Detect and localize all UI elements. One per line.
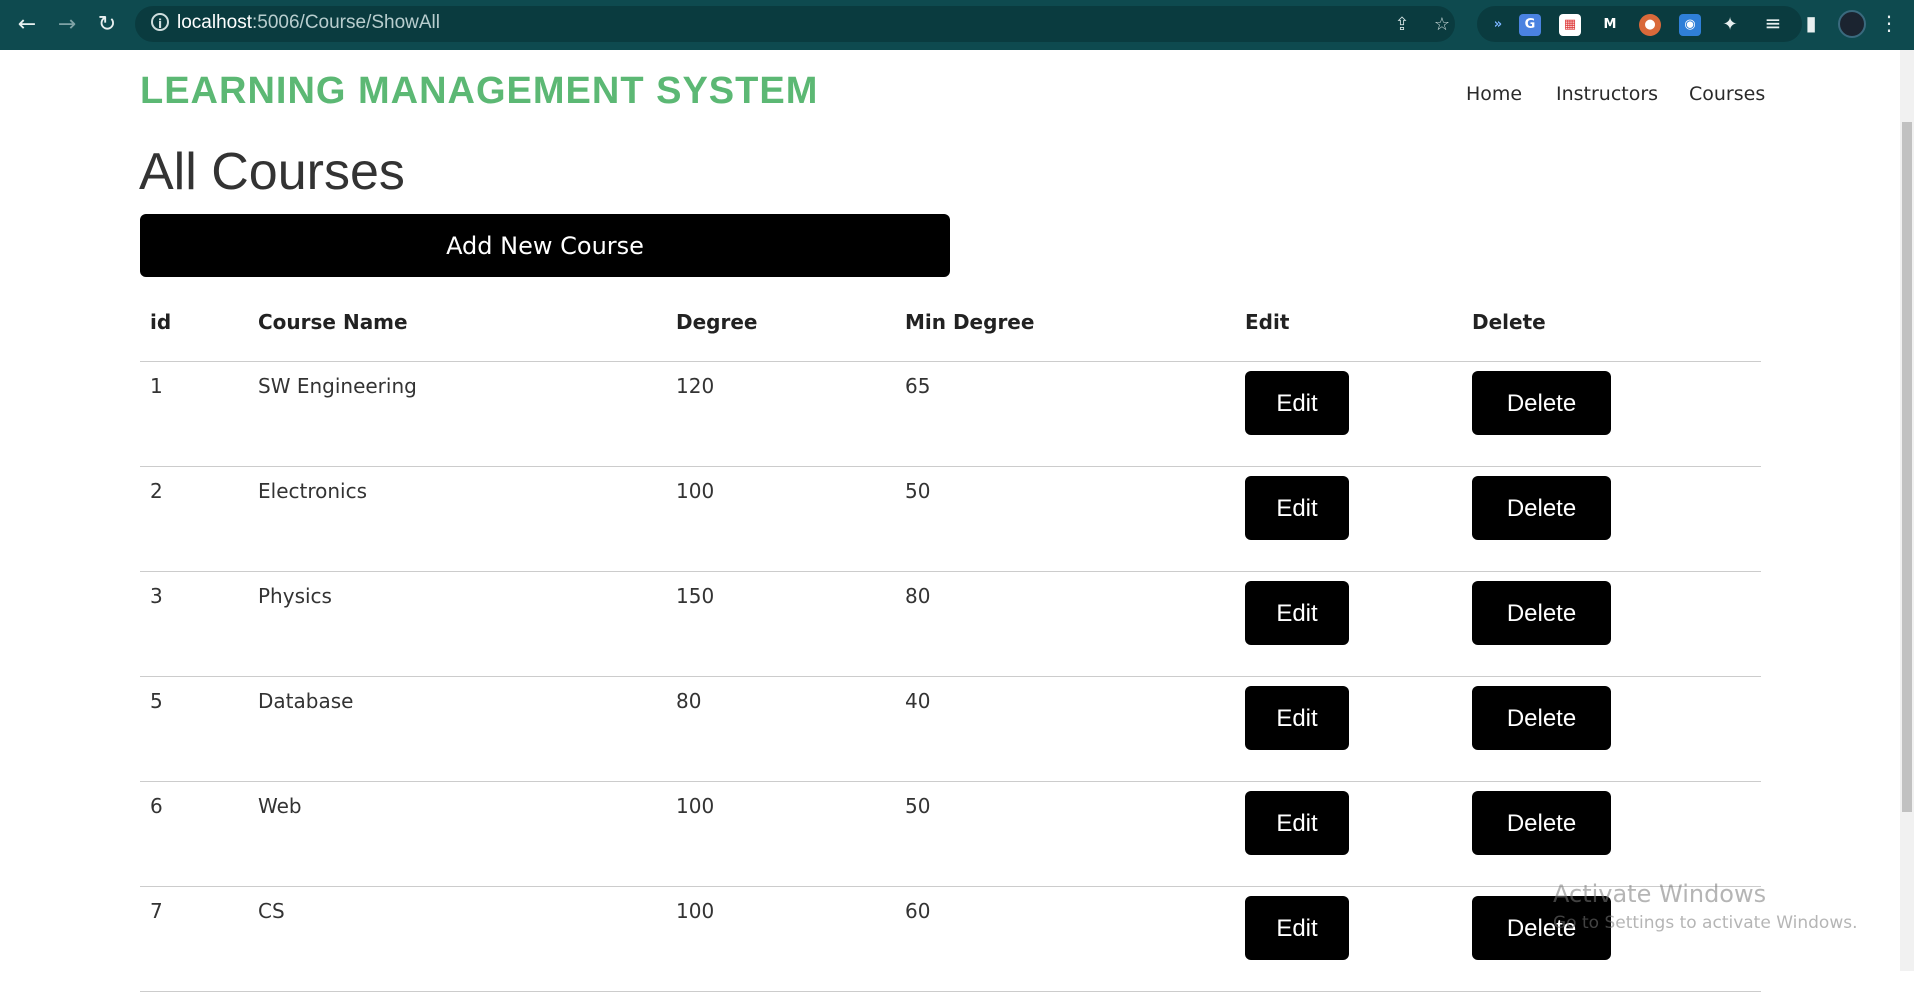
extensions-puzzle-icon[interactable]: ✦ xyxy=(1719,14,1741,36)
cell-id: 7 xyxy=(140,886,248,992)
table-row: 5 Database 80 40 Edit Delete xyxy=(140,676,1761,782)
reading-list-icon[interactable]: ≡ xyxy=(1760,10,1786,36)
cell-delete: Delete xyxy=(1462,571,1761,677)
menu-kebab-icon[interactable]: ⋮ xyxy=(1876,10,1902,36)
header-degree: Degree xyxy=(666,302,895,362)
forward-icon[interactable]: → xyxy=(50,8,84,42)
cell-degree: 80 xyxy=(666,676,895,782)
site-brand[interactable]: LEARNING MANAGEMENT SYSTEM xyxy=(140,70,818,113)
cell-id: 1 xyxy=(140,361,248,467)
cell-min-degree: 50 xyxy=(895,781,1235,887)
delete-button[interactable]: Delete xyxy=(1472,476,1611,540)
url-host: localhost xyxy=(177,12,252,33)
cell-min-degree: 40 xyxy=(895,676,1235,782)
cell-course-name: Physics xyxy=(248,571,666,677)
courses-table: id Course Name Degree Min Degree Edit De… xyxy=(140,302,1761,992)
table-row: 7 CS 100 60 Edit Delete xyxy=(140,886,1761,992)
cell-id: 6 xyxy=(140,781,248,887)
extension-arrow-icon[interactable]: » xyxy=(1487,14,1509,36)
edit-button[interactable]: Edit xyxy=(1245,896,1349,960)
edit-button[interactable]: Edit xyxy=(1245,476,1349,540)
site-info-icon[interactable]: i xyxy=(151,13,169,31)
table-row: 1 SW Engineering 120 65 Edit Delete xyxy=(140,361,1761,467)
back-icon[interactable]: ← xyxy=(10,8,44,42)
cell-degree: 100 xyxy=(666,886,895,992)
cell-edit: Edit xyxy=(1235,571,1462,677)
add-new-course-button[interactable]: Add New Course xyxy=(140,214,950,277)
extension-m-icon[interactable]: M xyxy=(1599,14,1621,36)
edit-button[interactable]: Edit xyxy=(1245,581,1349,645)
cell-id: 5 xyxy=(140,676,248,782)
cell-degree: 100 xyxy=(666,781,895,887)
cell-delete: Delete xyxy=(1462,781,1761,887)
cell-edit: Edit xyxy=(1235,781,1462,887)
scrollbar-thumb[interactable] xyxy=(1902,122,1912,812)
table-row: 2 Electronics 100 50 Edit Delete xyxy=(140,466,1761,572)
profile-avatar[interactable] xyxy=(1838,10,1866,38)
table-row: 3 Physics 150 80 Edit Delete xyxy=(140,571,1761,677)
page-title: All Courses xyxy=(139,143,405,201)
reload-icon[interactable]: ↻ xyxy=(90,8,124,42)
google-translate-icon[interactable]: G xyxy=(1519,14,1541,36)
table-row: 6 Web 100 50 Edit Delete xyxy=(140,781,1761,887)
cell-delete: Delete xyxy=(1462,466,1761,572)
cell-course-name: SW Engineering xyxy=(248,361,666,467)
cell-edit: Edit xyxy=(1235,886,1462,992)
delete-button[interactable]: Delete xyxy=(1472,791,1611,855)
cell-degree: 150 xyxy=(666,571,895,677)
cell-delete: Delete xyxy=(1462,676,1761,782)
cell-degree: 120 xyxy=(666,361,895,467)
delete-button[interactable]: Delete xyxy=(1472,371,1611,435)
bookmark-star-icon[interactable]: ☆ xyxy=(1430,13,1454,37)
extensions-bar: » G ▦ M ● ◉ ✦ xyxy=(1477,6,1802,42)
cell-min-degree: 80 xyxy=(895,571,1235,677)
header-min-degree: Min Degree xyxy=(895,302,1235,362)
page-scrollbar[interactable] xyxy=(1900,50,1914,971)
cell-course-name: Database xyxy=(248,676,666,782)
cell-min-degree: 65 xyxy=(895,361,1235,467)
address-bar[interactable]: i localhost:5006/Course/ShowAll ⇪ ☆ xyxy=(135,6,1455,42)
share-icon[interactable]: ⇪ xyxy=(1390,13,1414,37)
nav-instructors[interactable]: Instructors xyxy=(1556,83,1658,105)
header-id: id xyxy=(140,302,248,362)
url-path: :5006/Course/ShowAll xyxy=(252,12,440,33)
extension-camera-icon[interactable]: ◉ xyxy=(1679,14,1701,36)
cell-course-name: Electronics xyxy=(248,466,666,572)
cell-course-name: CS xyxy=(248,886,666,992)
cell-id: 2 xyxy=(140,466,248,572)
header-delete: Delete xyxy=(1462,302,1761,362)
address-url[interactable]: localhost:5006/Course/ShowAll xyxy=(177,12,440,34)
nav-courses[interactable]: Courses xyxy=(1689,83,1765,105)
nav-home[interactable]: Home xyxy=(1466,83,1522,105)
edit-button[interactable]: Edit xyxy=(1245,371,1349,435)
activate-windows-title: Activate Windows xyxy=(1553,880,1767,908)
cell-edit: Edit xyxy=(1235,466,1462,572)
cell-edit: Edit xyxy=(1235,676,1462,782)
browser-toolbar: ← → ↻ i localhost:5006/Course/ShowAll ⇪ … xyxy=(0,0,1914,50)
edit-button[interactable]: Edit xyxy=(1245,791,1349,855)
delete-button[interactable]: Delete xyxy=(1472,581,1611,645)
side-panel-icon[interactable]: ▮ xyxy=(1798,10,1824,36)
cell-min-degree: 50 xyxy=(895,466,1235,572)
cell-edit: Edit xyxy=(1235,361,1462,467)
cell-degree: 100 xyxy=(666,466,895,572)
edit-button[interactable]: Edit xyxy=(1245,686,1349,750)
cell-id: 3 xyxy=(140,571,248,677)
header-course-name: Course Name xyxy=(248,302,666,362)
cell-delete: Delete xyxy=(1462,361,1761,467)
delete-button[interactable]: Delete xyxy=(1472,686,1611,750)
header-edit: Edit xyxy=(1235,302,1462,362)
extension-grid-icon[interactable]: ▦ xyxy=(1559,14,1581,36)
cell-course-name: Web xyxy=(248,781,666,887)
cell-min-degree: 60 xyxy=(895,886,1235,992)
cookie-icon[interactable]: ● xyxy=(1639,14,1661,36)
table-header-row: id Course Name Degree Min Degree Edit De… xyxy=(140,302,1761,362)
activate-windows-subtitle: Go to Settings to activate Windows. xyxy=(1553,913,1858,933)
